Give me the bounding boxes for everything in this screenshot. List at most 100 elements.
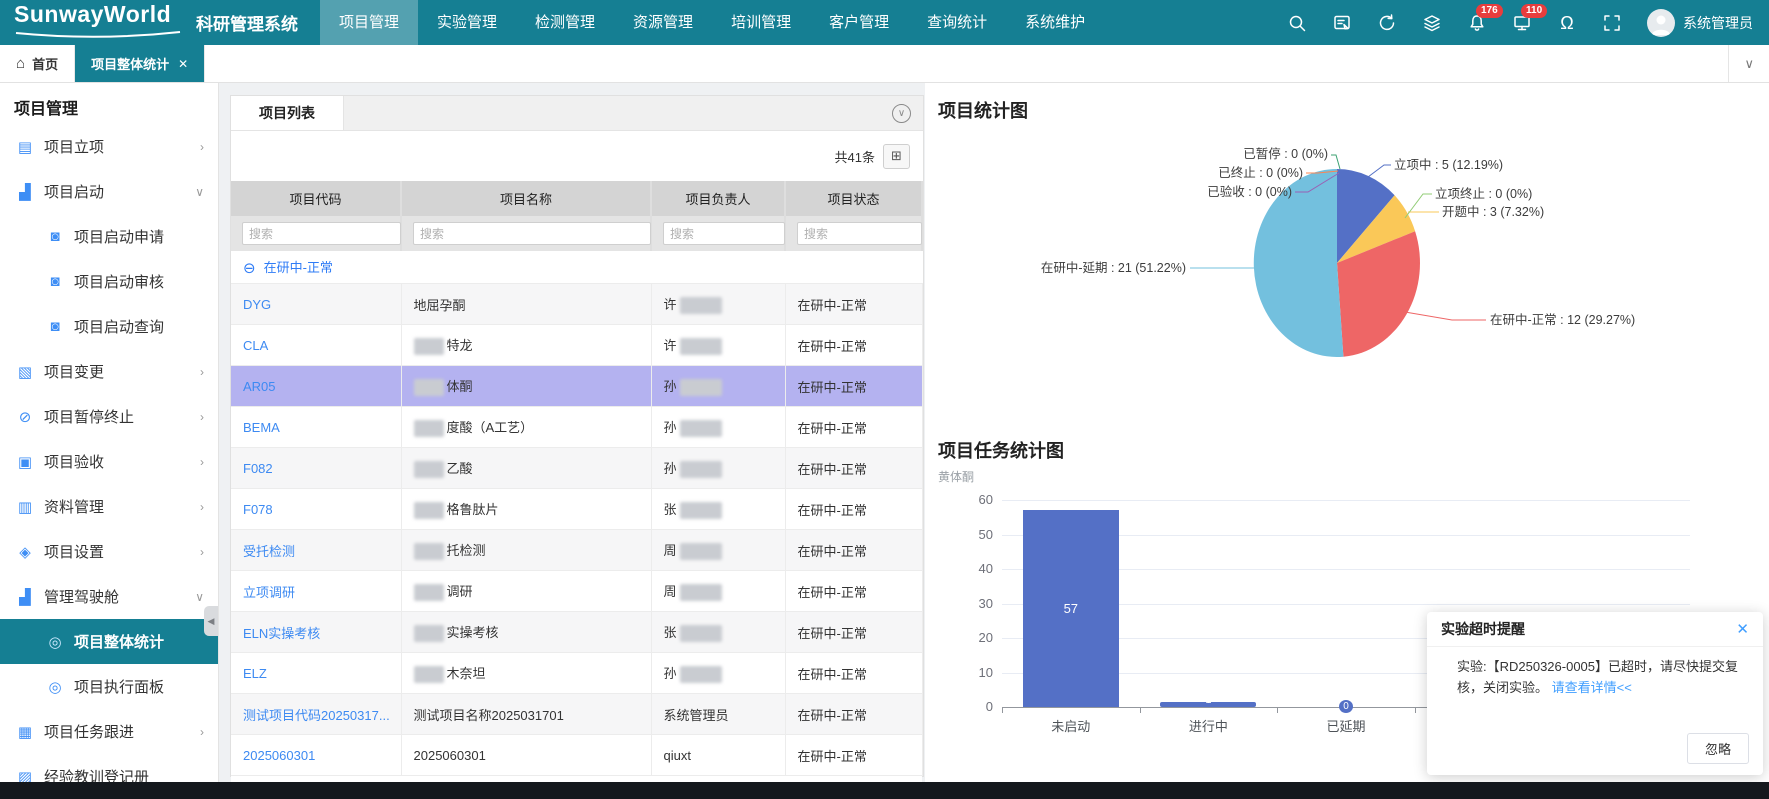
- table-row[interactable]: 立项调研调研周在研中-正常: [231, 571, 922, 612]
- bell-icon[interactable]: 176: [1467, 13, 1487, 33]
- sidebar-item[interactable]: ▟管理驾驶舱∨: [0, 574, 218, 619]
- table-row[interactable]: ELZ木奈坦孙在研中-正常: [231, 653, 922, 694]
- table-row[interactable]: F078格鲁肽片张在研中-正常: [231, 489, 922, 530]
- omega-icon[interactable]: Ω: [1557, 13, 1577, 33]
- panel-tab-project-list[interactable]: 项目列表: [231, 96, 344, 130]
- project-code-link[interactable]: 测试项目代码20250317...: [243, 708, 390, 723]
- project-code-link[interactable]: 立项调研: [243, 585, 295, 600]
- project-owner-cell: 系统管理员: [651, 694, 785, 735]
- column-search-input[interactable]: [797, 222, 922, 245]
- search-icon[interactable]: [1287, 13, 1307, 33]
- x-axis-tick: [1277, 708, 1278, 713]
- table-row[interactable]: 受托检测托检测周在研中-正常: [231, 530, 922, 571]
- nav-item[interactable]: 项目管理: [320, 0, 418, 45]
- nav-item[interactable]: 查询统计: [908, 0, 1006, 45]
- table-row[interactable]: ELN实操考核实操考核张在研中-正常: [231, 612, 922, 653]
- tab-close-icon[interactable]: ✕: [178, 57, 188, 71]
- column-header[interactable]: 项目名称: [401, 181, 651, 216]
- popup-detail-link[interactable]: 请查看详情<<: [1552, 680, 1632, 695]
- sidebar-item[interactable]: ◙项目启动审核: [0, 259, 218, 304]
- table-row[interactable]: 20250603012025060301qiuxt在研中-正常: [231, 735, 922, 776]
- sidebar-item[interactable]: ▤项目立项›: [0, 124, 218, 169]
- panel-collapse-icon[interactable]: ∨: [892, 104, 911, 123]
- x-axis-category-label: 未启动: [1011, 716, 1131, 735]
- project-status-pie-chart[interactable]: 立项中 : 5 (12.19%)开题中 : 3 (7.32%)在研中-正常 : …: [990, 128, 1690, 408]
- column-settings-icon[interactable]: ⊞: [883, 144, 910, 169]
- nav-item[interactable]: 检测管理: [516, 0, 614, 45]
- column-header[interactable]: 项目负责人: [651, 181, 785, 216]
- project-code-link[interactable]: 受托检测: [243, 544, 295, 559]
- sidebar-item-label: 管理驾驶舱: [44, 586, 119, 607]
- nav-item[interactable]: 培训管理: [712, 0, 810, 45]
- nav-item[interactable]: 资源管理: [614, 0, 712, 45]
- popup-close-icon[interactable]: ✕: [1736, 620, 1749, 638]
- project-owner-cell: 许: [651, 325, 785, 366]
- sidebar-item[interactable]: ▦项目任务跟进›: [0, 709, 218, 754]
- project-status-cell: 在研中-正常: [785, 448, 922, 489]
- project-code-link[interactable]: BEMA: [243, 420, 280, 435]
- project-code-link[interactable]: F082: [243, 461, 273, 476]
- layers-icon[interactable]: [1422, 13, 1442, 33]
- sidebar-item[interactable]: ◙项目启动申请: [0, 214, 218, 259]
- table-row[interactable]: CLA特龙许在研中-正常: [231, 325, 922, 366]
- pie-label: 立项终止 : 0 (0%): [1435, 186, 1532, 201]
- chevron-right-icon: ›: [200, 545, 204, 559]
- nav-item[interactable]: 实验管理: [418, 0, 516, 45]
- table-row[interactable]: BEMA度酸（A工艺）孙在研中-正常: [231, 407, 922, 448]
- column-header[interactable]: 项目代码: [231, 181, 401, 216]
- project-name-cell: 托检测: [401, 530, 651, 571]
- scan-chart-icon: ◎: [46, 678, 64, 696]
- column-search-input[interactable]: [242, 222, 401, 245]
- sidebar-item[interactable]: ▣项目验收›: [0, 439, 218, 484]
- nav-item[interactable]: 客户管理: [810, 0, 908, 45]
- project-table: 项目代码项目名称项目负责人项目状态 ⊖在研中-正常DYG地屈孕酮许在研中-正常C…: [231, 181, 923, 799]
- bar-chart-title: 项目任务统计图: [938, 437, 1064, 463]
- form-icon[interactable]: [1332, 13, 1352, 33]
- project-owner-cell: 孙: [651, 366, 785, 407]
- user-menu[interactable]: 系统管理员: [1647, 9, 1753, 37]
- nav-item[interactable]: 系统维护: [1006, 0, 1104, 45]
- project-code-link[interactable]: ELN实操考核: [243, 626, 320, 641]
- column-search-input[interactable]: [413, 222, 651, 245]
- redacted-block: [680, 584, 722, 601]
- table-row[interactable]: 测试项目代码20250317...测试项目名称2025031701系统管理员在研…: [231, 694, 922, 735]
- column-search-input[interactable]: [663, 222, 785, 245]
- project-owner-cell: 周: [651, 571, 785, 612]
- collapse-group-icon[interactable]: ⊖: [243, 260, 256, 277]
- tab[interactable]: ⌂首页: [0, 45, 75, 82]
- sidebar-item[interactable]: ◙项目启动查询: [0, 304, 218, 349]
- monitor-icon[interactable]: 110: [1512, 13, 1532, 33]
- sidebar-item[interactable]: ◎项目整体统计: [0, 619, 218, 664]
- redacted-block: [680, 420, 722, 437]
- sidebar-collapse-handle[interactable]: ◀: [204, 606, 218, 636]
- project-owner-cell: 孙: [651, 448, 785, 489]
- table-row[interactable]: AR05体酮孙在研中-正常: [231, 366, 922, 407]
- table-row[interactable]: F082乙酸孙在研中-正常: [231, 448, 922, 489]
- refresh-icon[interactable]: [1377, 13, 1397, 33]
- sidebar-item[interactable]: ◎项目执行面板: [0, 664, 218, 709]
- project-code-link[interactable]: DYG: [243, 297, 271, 312]
- table-row[interactable]: DYG地屈孕酮许在研中-正常: [231, 284, 922, 325]
- bar-zero-marker: 0: [1339, 700, 1353, 713]
- project-code-link[interactable]: F078: [243, 502, 273, 517]
- project-code-link[interactable]: 2025060301: [243, 748, 315, 763]
- sidebar-item[interactable]: ▥资料管理›: [0, 484, 218, 529]
- sidebar-item[interactable]: ▨经验教训登记册: [0, 754, 218, 782]
- project-code-link[interactable]: AR05: [243, 379, 276, 394]
- sidebar-item[interactable]: ◈项目设置›: [0, 529, 218, 574]
- column-header[interactable]: 项目状态: [785, 181, 922, 216]
- project-code-link[interactable]: CLA: [243, 338, 268, 353]
- chevron-right-icon: ›: [200, 455, 204, 469]
- sidebar-item[interactable]: ▧项目变更›: [0, 349, 218, 394]
- project-owner-cell: 张: [651, 612, 785, 653]
- ignore-button[interactable]: 忽略: [1687, 733, 1749, 764]
- sidebar-item[interactable]: ⊘项目暂停终止›: [0, 394, 218, 439]
- project-code-link[interactable]: ELZ: [243, 666, 267, 681]
- group-row[interactable]: ⊖在研中-正常: [231, 251, 922, 284]
- tab[interactable]: 项目整体统计✕: [75, 45, 205, 82]
- top-navbar: SunwayWorld 科研管理系统 项目管理实验管理检测管理资源管理培训管理客…: [0, 0, 1769, 45]
- fullscreen-icon[interactable]: [1602, 13, 1622, 33]
- table-icon: ▦: [16, 723, 34, 741]
- sidebar-item[interactable]: ▟项目启动∨: [0, 169, 218, 214]
- tab-list-chevron-down-icon[interactable]: ∨: [1728, 45, 1769, 82]
